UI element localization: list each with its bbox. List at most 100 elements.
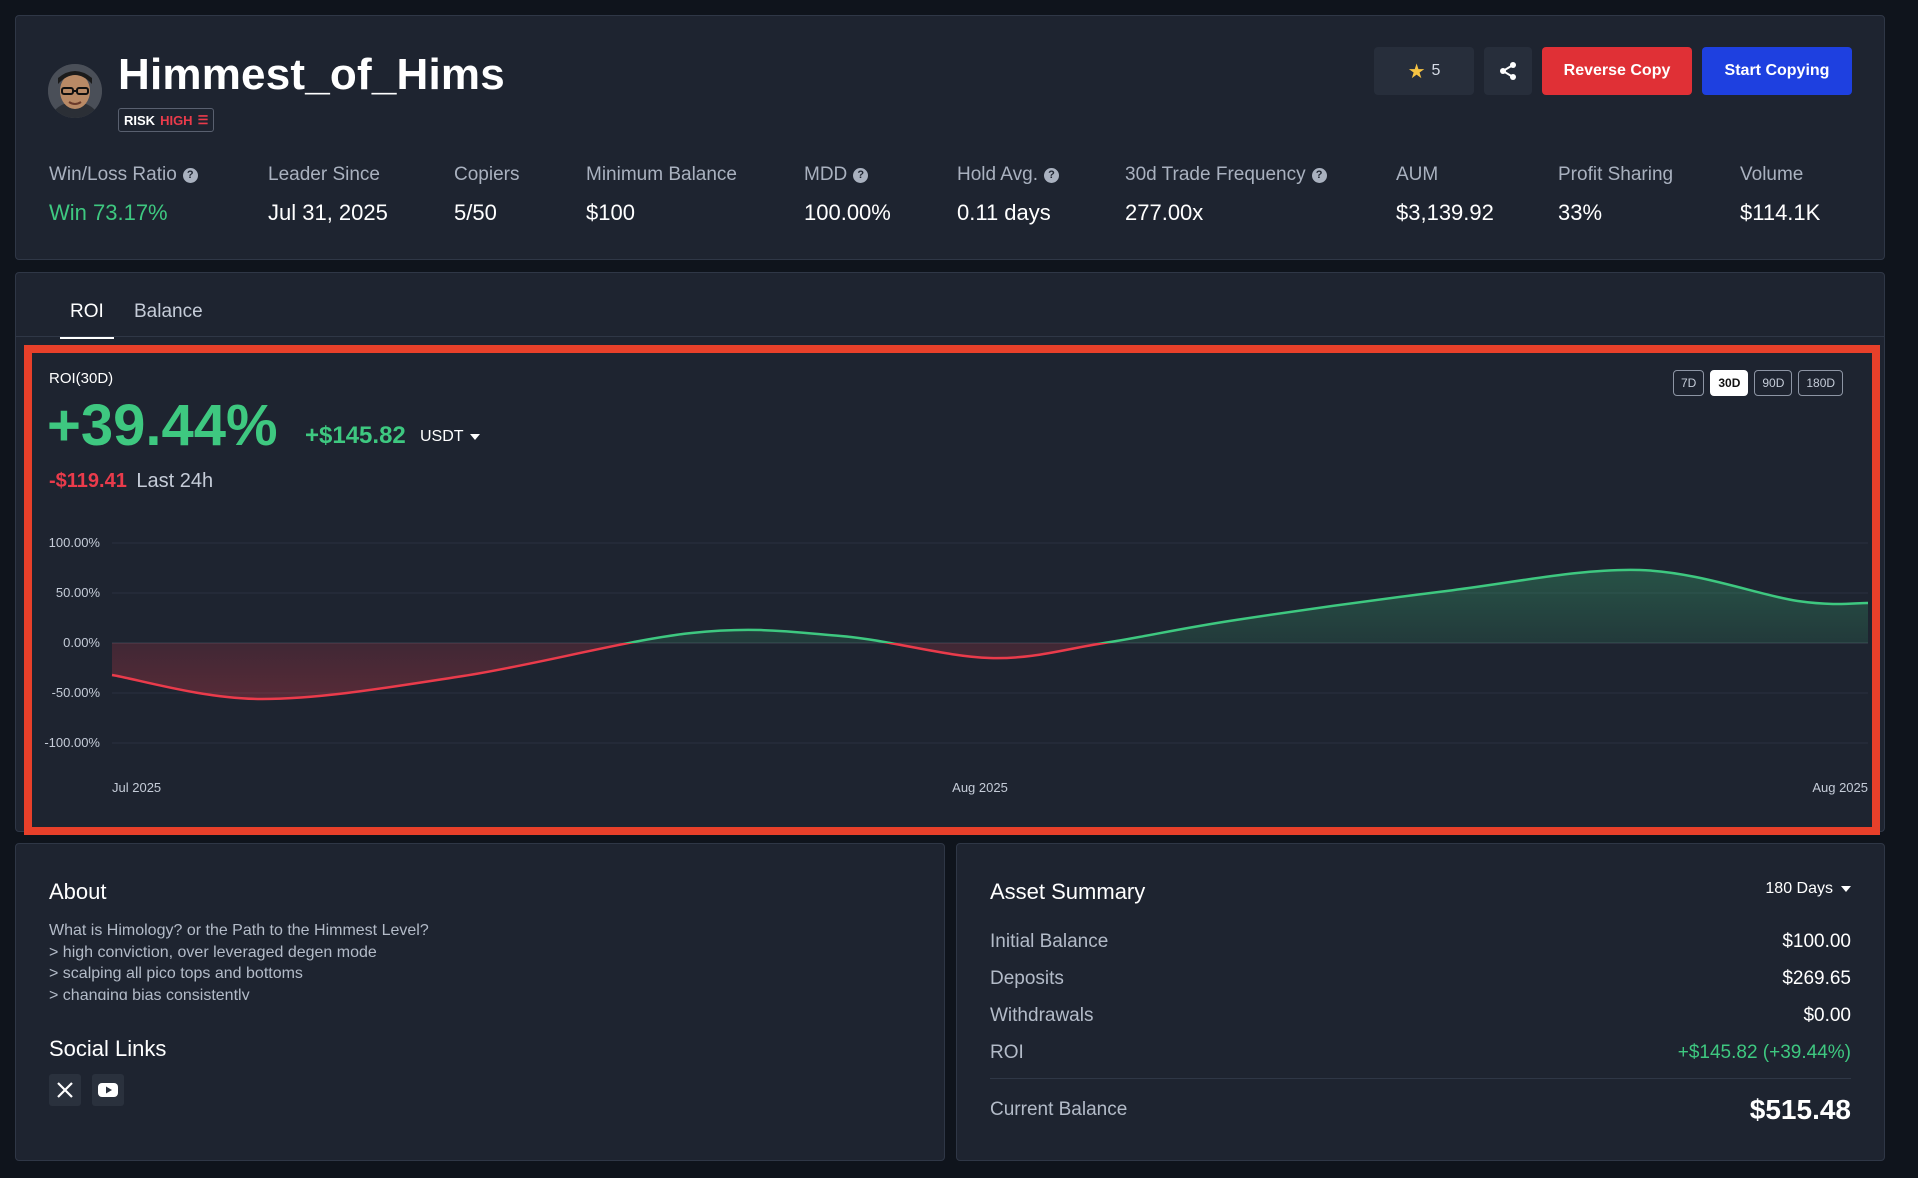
stat-volume: Volume $114.1K bbox=[1740, 164, 1820, 226]
y-tick-label: 50.00% bbox=[56, 585, 101, 600]
stat-value: 33% bbox=[1558, 200, 1603, 225]
roi-period-title: ROI(30D) bbox=[49, 370, 114, 387]
asset-label: ROI bbox=[990, 1042, 1024, 1063]
asset-value: $269.65 bbox=[1782, 968, 1851, 989]
x-icon bbox=[57, 1082, 73, 1098]
stat-profit-sharing: Profit Sharing 33% bbox=[1558, 164, 1673, 226]
stat-value: $100 bbox=[586, 200, 635, 225]
x-link[interactable] bbox=[49, 1074, 81, 1106]
currency-label: USDT bbox=[420, 428, 464, 445]
stat-hold-avg: Hold Avg.? 0.11 days bbox=[957, 164, 1059, 226]
stat-label: Minimum Balance bbox=[586, 164, 737, 185]
x-tick-label: Aug 2025 bbox=[952, 780, 1008, 795]
help-icon[interactable]: ? bbox=[182, 167, 198, 183]
social-links-title: Social Links bbox=[49, 1036, 167, 1061]
day-change: -$119.41 Last 24h bbox=[49, 470, 213, 493]
tab-balance[interactable]: Balance bbox=[134, 301, 203, 337]
help-icon[interactable]: ? bbox=[1043, 167, 1059, 183]
range-7d-button[interactable]: 7D bbox=[1673, 370, 1705, 396]
about-card: About What is Himology? or the Path to t… bbox=[15, 843, 945, 1161]
caret-down-icon bbox=[469, 434, 480, 440]
day-change-value: -$119.41 bbox=[49, 470, 127, 492]
range-30d-button[interactable]: 30D bbox=[1710, 370, 1749, 396]
stat-value: 277.00x bbox=[1125, 200, 1204, 225]
asset-summary-card: Asset Summary 180 Days Initial Balance $… bbox=[956, 843, 1885, 1161]
stat-value: 0.11 days bbox=[957, 200, 1051, 225]
about-line: > changing bias consistently bbox=[49, 986, 250, 1001]
tabs-divider bbox=[16, 336, 1884, 337]
favorite-button[interactable]: ★ 5 bbox=[1374, 47, 1474, 95]
stat-label: Copiers bbox=[454, 164, 520, 185]
period-select[interactable]: 180 Days bbox=[1765, 880, 1851, 898]
asset-label: Withdrawals bbox=[990, 1005, 1094, 1026]
about-line: > high conviction, over leveraged degen … bbox=[49, 943, 377, 961]
tab-roi[interactable]: ROI bbox=[60, 301, 114, 339]
range-180d-button[interactable]: 180D bbox=[1798, 370, 1844, 396]
help-icon[interactable]: ? bbox=[1311, 167, 1327, 183]
x-tick-label: Aug 2025 bbox=[1812, 780, 1868, 795]
about-line: What is Himology? or the Path to the Him… bbox=[49, 922, 429, 939]
stat-aum: AUM $3,139.92 bbox=[1396, 164, 1494, 226]
current-balance-value: $515.48 bbox=[1749, 1094, 1851, 1125]
stat-value: $114.1K bbox=[1740, 200, 1821, 225]
risk-badge: RISK HIGH ☰ bbox=[118, 108, 215, 132]
stat-value: $3,139.92 bbox=[1396, 200, 1494, 225]
stat-minimum-balance: Minimum Balance $100 bbox=[586, 164, 737, 226]
about-title: About bbox=[49, 879, 107, 904]
favorite-count: 5 bbox=[1431, 62, 1441, 79]
current-balance-label: Current Balance bbox=[990, 1099, 1128, 1120]
stat-mdd: MDD? 100.00% bbox=[804, 164, 891, 226]
asset-value: +$145.82 (+39.44%) bbox=[1677, 1042, 1851, 1063]
stat-value: Win 73.17% bbox=[49, 200, 168, 225]
roi-chart: 100.00% 50.00% 0.00% -50.00% -100.00% Jul 202… bbox=[44, 535, 1869, 795]
roi-percent: +39.44% bbox=[47, 393, 278, 458]
asset-row-initial-balance: Initial Balance $100.00 bbox=[990, 931, 1851, 953]
stat-label: Hold Avg. bbox=[957, 164, 1038, 185]
asset-summary-title: Asset Summary bbox=[990, 879, 1146, 904]
about-text: What is Himology? or the Path to the Him… bbox=[49, 920, 749, 1000]
y-tick-label: 0.00% bbox=[63, 635, 100, 650]
asset-row-deposits: Deposits $269.65 bbox=[990, 968, 1851, 990]
youtube-link[interactable] bbox=[92, 1074, 124, 1106]
stat-win-loss: Win/Loss Ratio? Win 73.17% bbox=[49, 164, 198, 226]
reverse-copy-button[interactable]: Reverse Copy bbox=[1542, 47, 1692, 95]
stat-copiers: Copiers 5/50 bbox=[454, 164, 519, 226]
day-change-label: Last 24h bbox=[136, 470, 214, 492]
stat-value: Jul 31, 2025 bbox=[268, 200, 388, 225]
period-label: 180 Days bbox=[1765, 880, 1833, 897]
range-90d-button[interactable]: 90D bbox=[1754, 370, 1793, 396]
share-button[interactable] bbox=[1484, 47, 1532, 95]
leader-header-card: Himmest_of_Hims RISK HIGH ☰ ★ 5 Reverse … bbox=[15, 15, 1885, 260]
risk-label: RISK bbox=[124, 112, 156, 128]
stat-label: MDD bbox=[804, 164, 848, 185]
caret-down-icon bbox=[1841, 886, 1851, 892]
youtube-icon bbox=[98, 1083, 118, 1097]
roi-amount: +$145.82 bbox=[305, 422, 406, 449]
leader-name: Himmest_of_Hims bbox=[118, 50, 505, 99]
y-tick-label: -50.00% bbox=[52, 685, 101, 700]
stat-label: Win/Loss Ratio bbox=[49, 164, 177, 185]
stat-label: 30d Trade Frequency bbox=[1125, 164, 1306, 185]
stat-value: 100.00% bbox=[804, 200, 891, 225]
stat-leader-since: Leader Since Jul 31, 2025 bbox=[268, 164, 388, 226]
stat-label: AUM bbox=[1396, 164, 1439, 185]
star-icon: ★ bbox=[1407, 60, 1426, 83]
asset-label: Initial Balance bbox=[990, 931, 1109, 952]
social-links bbox=[49, 1074, 124, 1106]
stat-trade-frequency: 30d Trade Frequency? 277.00x bbox=[1125, 164, 1327, 226]
asset-value: $100.00 bbox=[1782, 931, 1851, 952]
help-icon[interactable]: ? bbox=[853, 167, 869, 183]
asset-value: $0.00 bbox=[1803, 1005, 1851, 1026]
asset-row-roi: ROI +$145.82 (+39.44%) bbox=[990, 1042, 1851, 1064]
x-tick-label: Jul 2025 bbox=[112, 780, 161, 795]
about-line: > scalping all pico tops and bottoms bbox=[49, 965, 303, 982]
divider bbox=[990, 1078, 1851, 1079]
asset-row-current-balance: Current Balance $515.48 bbox=[990, 1094, 1851, 1126]
stat-label: Volume bbox=[1740, 164, 1804, 185]
stat-value: 5/50 bbox=[454, 200, 497, 225]
start-copying-button[interactable]: Start Copying bbox=[1702, 47, 1852, 95]
asset-label: Deposits bbox=[990, 968, 1064, 989]
stat-label: Profit Sharing bbox=[1558, 164, 1674, 185]
currency-select[interactable]: USDT bbox=[420, 428, 480, 446]
avatar[interactable] bbox=[48, 64, 102, 118]
